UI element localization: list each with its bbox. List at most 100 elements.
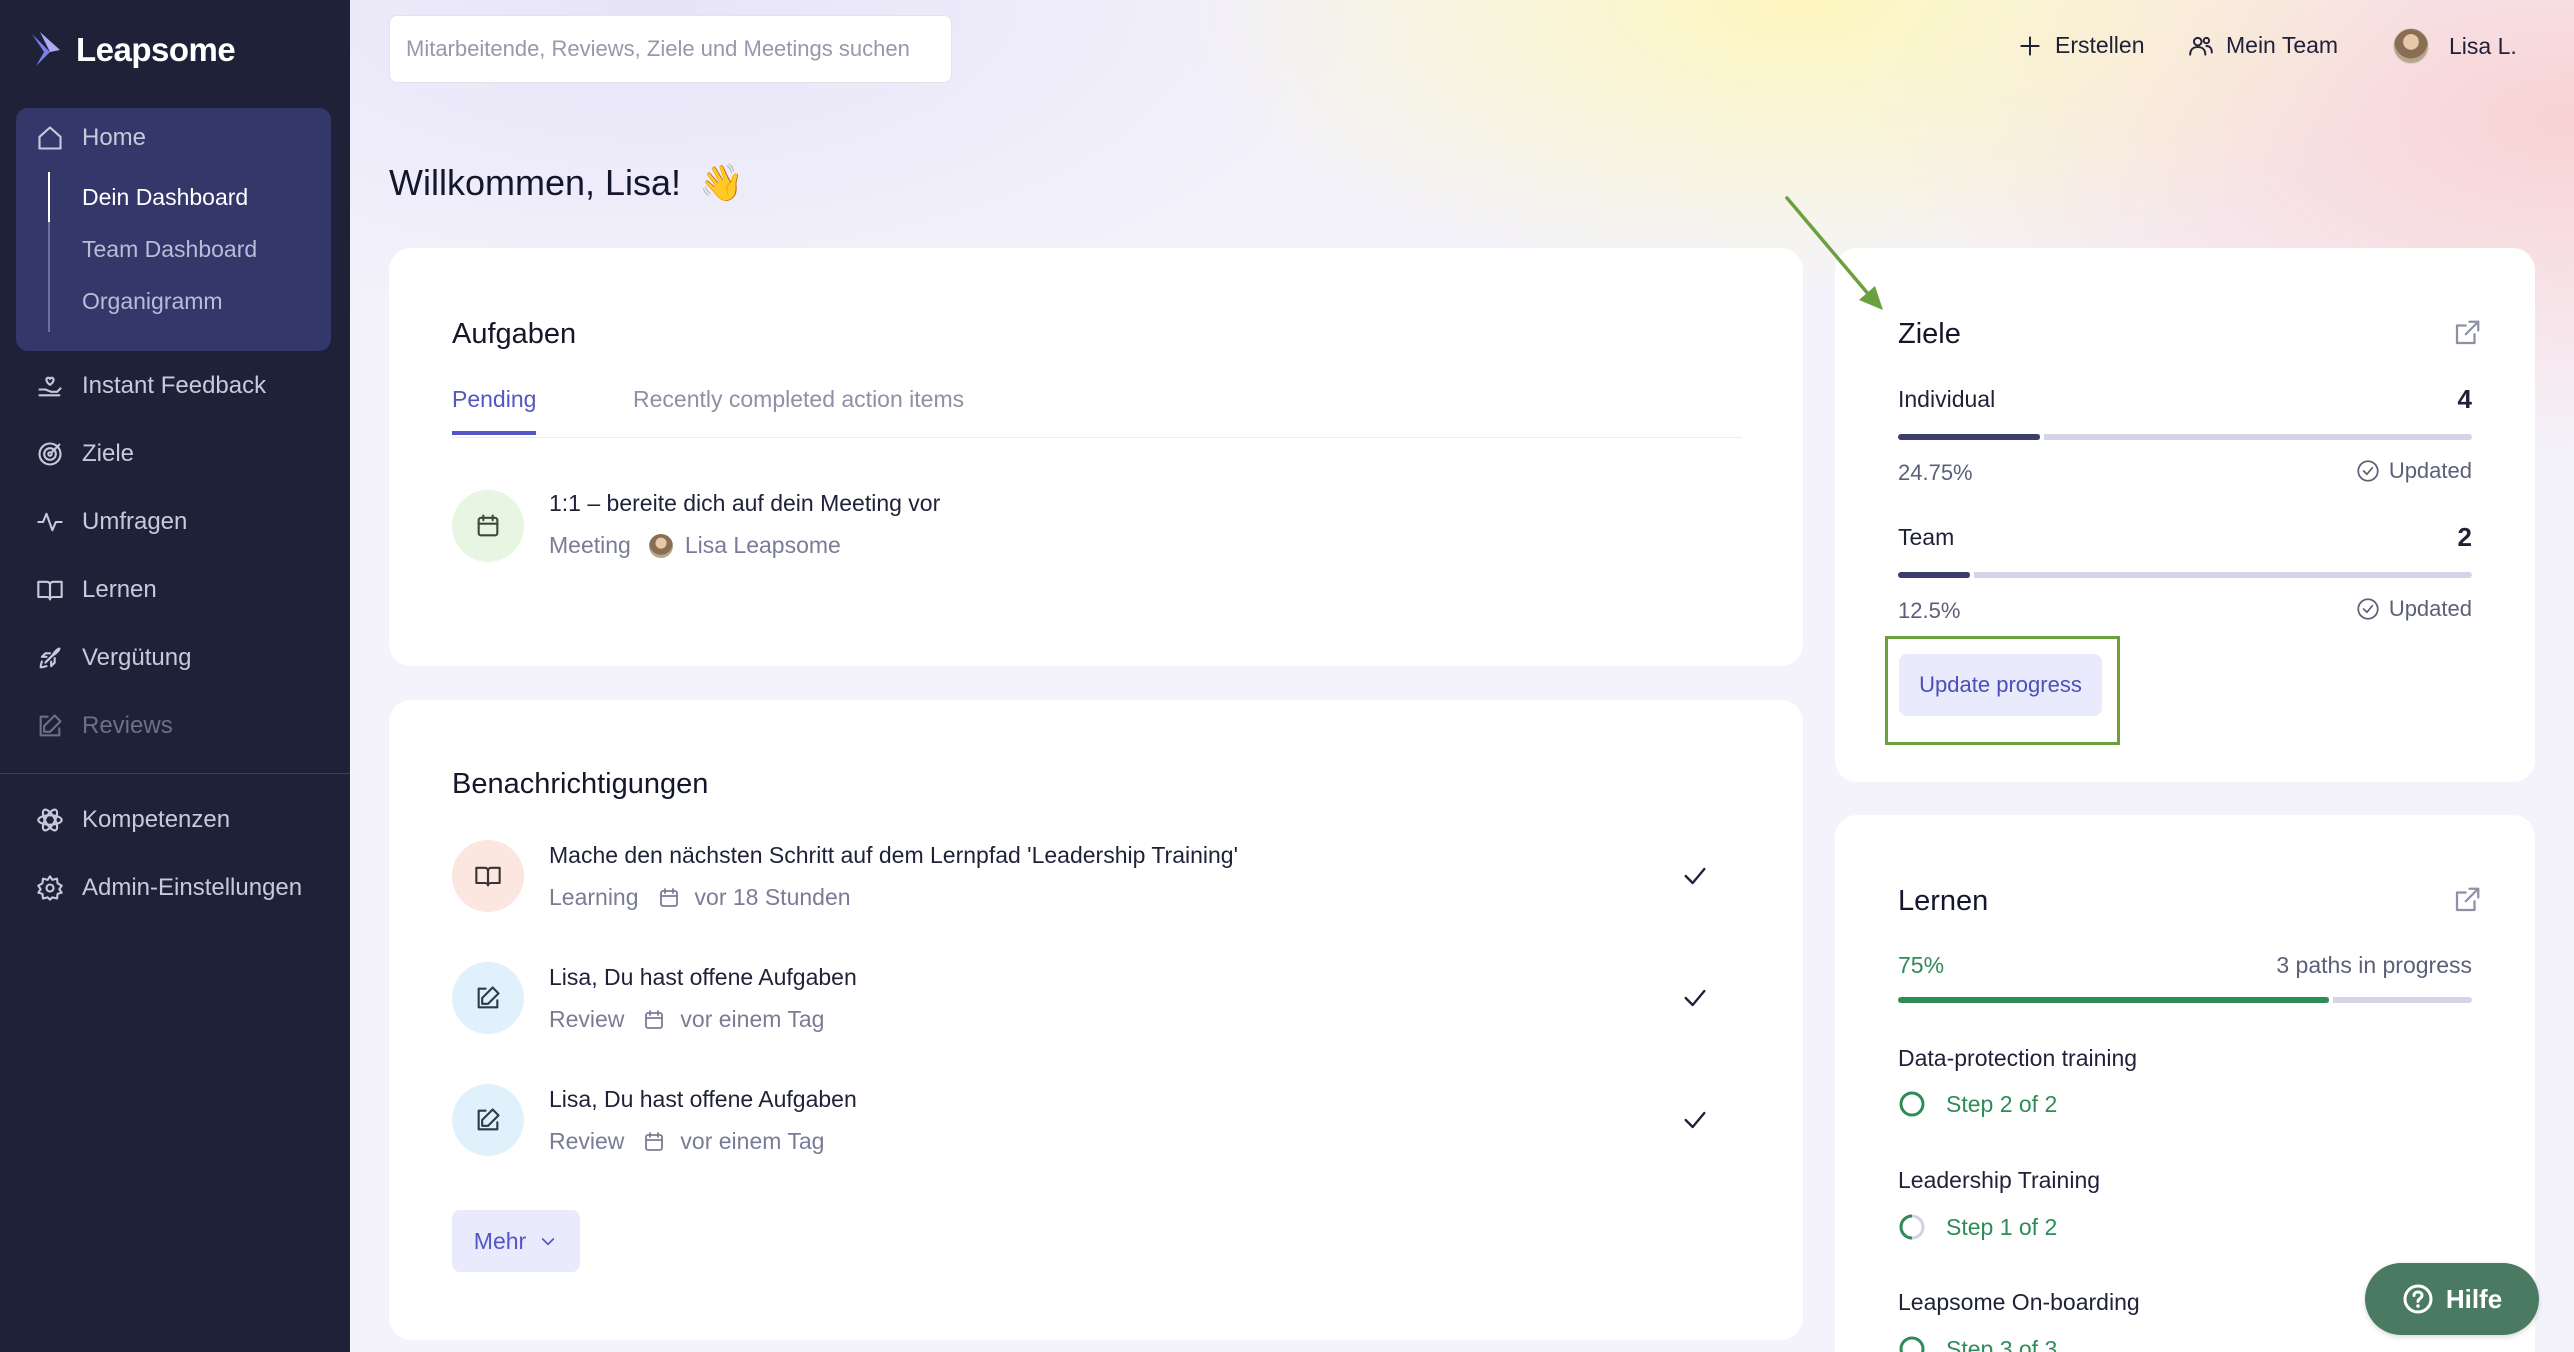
sidebar-item-admin-einstellungen[interactable]: Admin-Einstellungen	[36, 874, 302, 902]
more-button[interactable]: Mehr	[452, 1210, 580, 1272]
edit-icon	[477, 986, 500, 1009]
goal-individual-percent: 24.75%	[1898, 460, 1973, 485]
goal-team-percent: 12.5%	[1898, 598, 1961, 623]
search-input[interactable]	[389, 15, 952, 83]
help-button[interactable]: Hilfe	[2365, 1263, 2539, 1335]
task-title[interactable]: 1:1 – bereite dich auf dein Meeting vor	[549, 490, 940, 517]
sidebar: Leapsome Home Dein Dashboard Team Dashbo…	[0, 0, 350, 1352]
external-link-icon[interactable]	[2452, 318, 2482, 348]
sidebar-item-verguetung[interactable]: Vergütung	[36, 644, 191, 672]
learning-progress-fill	[1898, 997, 2329, 1003]
create-button[interactable]: Erstellen	[2017, 32, 2144, 59]
check-circle-icon	[2357, 460, 2379, 482]
goal-team-status: Updated	[2355, 596, 2472, 622]
path-step: Step 2 of 2	[1898, 1090, 2057, 1118]
notification-meta: Learning vor 18 Stunden	[549, 884, 851, 910]
notifications-card: Benachrichtigungen Mache den nächsten Sc…	[389, 700, 1803, 1340]
progress-ring-icon	[1899, 1214, 1925, 1240]
path-step: Step 3 of 3	[1898, 1335, 2057, 1352]
target-icon	[38, 442, 62, 466]
logo-text: Leapsome	[76, 31, 236, 68]
path-title[interactable]: Data-protection training	[1898, 1045, 2137, 1072]
edit-icon	[39, 714, 62, 737]
progress-bar-gap	[2040, 433, 2045, 441]
annotation-arrow-icon	[1785, 196, 1883, 310]
path-step: Step 1 of 2	[1898, 1213, 2057, 1241]
calendar-icon	[645, 1009, 664, 1029]
notification-title[interactable]: Lisa, Du hast offene Aufgaben	[549, 1086, 857, 1113]
submenu-active-line	[48, 172, 50, 222]
sidebar-item-lernen[interactable]: Lernen	[36, 576, 157, 604]
progress-bar-gap	[2328, 996, 2333, 1004]
mark-read-check-icon[interactable]	[1681, 1106, 1709, 1134]
book-icon	[475, 866, 501, 887]
tab-recently-completed[interactable]: Recently completed action items	[633, 386, 964, 431]
edit-icon	[477, 1108, 500, 1131]
sidebar-divider	[0, 773, 350, 774]
activity-icon	[37, 512, 63, 532]
atom-icon	[37, 808, 63, 832]
sidebar-item-instant-feedback[interactable]: Instant Feedback	[36, 372, 266, 400]
users-icon	[2189, 36, 2213, 56]
tab-pending[interactable]: Pending	[452, 386, 537, 435]
path-title[interactable]: Leadership Training	[1898, 1167, 2100, 1194]
sidebar-item-ziele[interactable]: Ziele	[36, 440, 134, 468]
rocket-icon	[39, 647, 61, 669]
review-icon-badge	[452, 962, 524, 1034]
plus-icon	[2020, 35, 2040, 56]
question-circle-icon	[2403, 1284, 2433, 1314]
sidebar-item-kompetenzen[interactable]: Kompetenzen	[36, 806, 230, 834]
sidebar-item-organigramm[interactable]: Organigramm	[82, 288, 223, 315]
progress-ring-icon	[1899, 1336, 1925, 1352]
my-team-button[interactable]: Mein Team	[2188, 32, 2338, 59]
goals-title: Ziele	[1898, 318, 1961, 350]
avatar	[2393, 28, 2429, 64]
learning-progress	[1898, 996, 2472, 1004]
tasks-title: Aufgaben	[452, 318, 577, 350]
learning-summary: 3 paths in progress	[2276, 952, 2472, 978]
user-menu[interactable]: Lisa L.	[2393, 28, 2517, 64]
sidebar-item-dein-dashboard[interactable]: Dein Dashboard	[82, 184, 248, 211]
sidebar-item-umfragen[interactable]: Umfragen	[36, 508, 187, 536]
notification-meta: Review vor einem Tag	[549, 1006, 825, 1032]
goal-individual-progress-fill	[1898, 434, 2041, 440]
task-meta: Meeting Lisa Leapsome	[549, 532, 841, 558]
gear-icon	[37, 875, 63, 901]
goal-individual-label: Individual	[1898, 386, 1996, 412]
goal-individual-status: Updated	[2355, 458, 2472, 484]
meeting-icon-badge	[452, 490, 524, 562]
goal-individual-progress	[1898, 433, 2472, 441]
home-icon	[38, 126, 62, 150]
hand-heart-icon	[38, 376, 62, 397]
book-icon	[37, 580, 63, 601]
sidebar-item-reviews[interactable]: Reviews	[36, 712, 173, 740]
check-circle-icon	[2357, 598, 2379, 620]
sidebar-item-home[interactable]: Home	[36, 124, 146, 152]
tasks-tabs: Pending Recently completed action items	[452, 386, 1742, 438]
learning-title: Lernen	[1898, 885, 1989, 917]
learning-percent: 75%	[1898, 952, 1945, 978]
avatar	[648, 533, 673, 558]
sidebar-item-team-dashboard[interactable]: Team Dashboard	[82, 236, 257, 263]
notification-title[interactable]: Lisa, Du hast offene Aufgaben	[549, 964, 857, 991]
notification-title[interactable]: Mache den nächsten Schritt auf dem Lernp…	[549, 842, 1238, 869]
goal-team-label: Team	[1898, 524, 1955, 550]
progress-bar-gap	[1969, 571, 1974, 579]
mark-read-check-icon[interactable]	[1681, 862, 1709, 890]
update-progress-button[interactable]: Update progress	[1899, 654, 2102, 716]
path-title[interactable]: Leapsome On-boarding	[1898, 1289, 2140, 1316]
logo[interactable]: Leapsome	[30, 30, 236, 70]
external-link-icon[interactable]	[2452, 885, 2482, 915]
page-title: Willkommen, Lisa! 👋	[389, 162, 744, 203]
mark-read-check-icon[interactable]	[1681, 984, 1709, 1012]
notifications-title: Benachrichtigungen	[452, 768, 709, 800]
wave-emoji: 👋	[699, 162, 744, 203]
chevron-down-icon	[541, 1237, 555, 1246]
goal-team-count: 2	[2457, 522, 2472, 552]
leapsome-logo-icon	[32, 32, 60, 66]
goal-team-progress-fill	[1898, 572, 1970, 578]
tasks-card: Aufgaben Pending Recently completed acti…	[389, 248, 1803, 666]
goal-team-progress	[1898, 571, 2472, 579]
review-icon-badge	[452, 1084, 524, 1156]
goal-individual-count: 4	[2457, 384, 2472, 414]
